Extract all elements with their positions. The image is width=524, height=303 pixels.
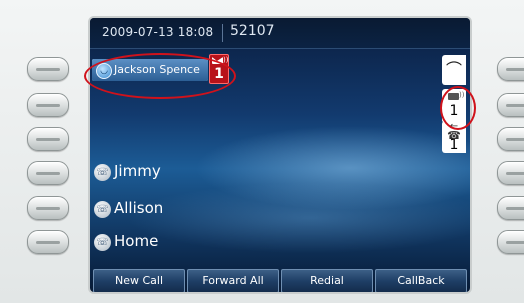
header-divider bbox=[222, 24, 223, 42]
message-count: 1 bbox=[214, 66, 224, 82]
speed-dial-icon: ☏ bbox=[94, 234, 111, 251]
missed-calls-indicator[interactable]: ← ☎ 1 bbox=[442, 121, 466, 153]
callback-softkey[interactable]: CallBack bbox=[375, 269, 467, 292]
extension-number: 52107 bbox=[230, 23, 275, 39]
missed-call-count: 1 bbox=[449, 137, 459, 153]
new-call-softkey[interactable]: New Call bbox=[93, 269, 185, 292]
line-button-jackson-spence[interactable]: ◡ Jackson Spence bbox=[92, 59, 208, 81]
left-line-key-5[interactable] bbox=[27, 196, 69, 220]
voicemail-indicator[interactable]: )) 1 bbox=[442, 89, 466, 123]
speed-dial-icon: ☏ bbox=[94, 201, 111, 218]
status-header: 2009-07-13 18:08 52107 bbox=[90, 18, 470, 49]
right-key-2[interactable] bbox=[497, 93, 524, 117]
line-label: Jackson Spence bbox=[114, 63, 200, 76]
envelope-icon bbox=[212, 57, 223, 64]
right-key-3[interactable] bbox=[497, 127, 524, 151]
handset-indicator[interactable]: ⌒ bbox=[442, 55, 466, 85]
voicemail-icon bbox=[448, 93, 459, 100]
right-key-4[interactable] bbox=[497, 161, 524, 185]
waves-icon: )) bbox=[223, 56, 229, 64]
handset-icon: ⌒ bbox=[445, 60, 462, 79]
voicemail-count: 1 bbox=[449, 103, 459, 119]
message-waiting-badge: )) 1 bbox=[209, 54, 229, 84]
left-line-key-2[interactable] bbox=[27, 93, 69, 117]
left-line-key-4[interactable] bbox=[27, 161, 69, 185]
speed-dial-icon: ☏ bbox=[94, 164, 111, 181]
date-time: 2009-07-13 18:08 bbox=[102, 25, 214, 39]
speed-dial-label: Allison bbox=[114, 199, 164, 217]
left-line-key-1[interactable] bbox=[27, 57, 69, 81]
left-line-key-6[interactable] bbox=[27, 230, 69, 254]
speed-dial-label: Jimmy bbox=[114, 162, 161, 180]
left-line-key-3[interactable] bbox=[27, 127, 69, 151]
waves-icon: )) bbox=[459, 91, 465, 99]
line-status-icon: ◡ bbox=[96, 63, 112, 79]
softkey-bar: New Call Forward All Redial CallBack bbox=[90, 268, 470, 292]
phone-screen: 2009-07-13 18:08 52107 ◡ Jackson Spence … bbox=[90, 18, 470, 292]
right-key-1[interactable] bbox=[497, 57, 524, 81]
right-key-6[interactable] bbox=[497, 230, 524, 254]
redial-softkey[interactable]: Redial bbox=[281, 269, 373, 292]
forward-all-softkey[interactable]: Forward All bbox=[187, 269, 279, 292]
right-key-5[interactable] bbox=[497, 196, 524, 220]
speed-dial-label: Home bbox=[114, 232, 159, 250]
